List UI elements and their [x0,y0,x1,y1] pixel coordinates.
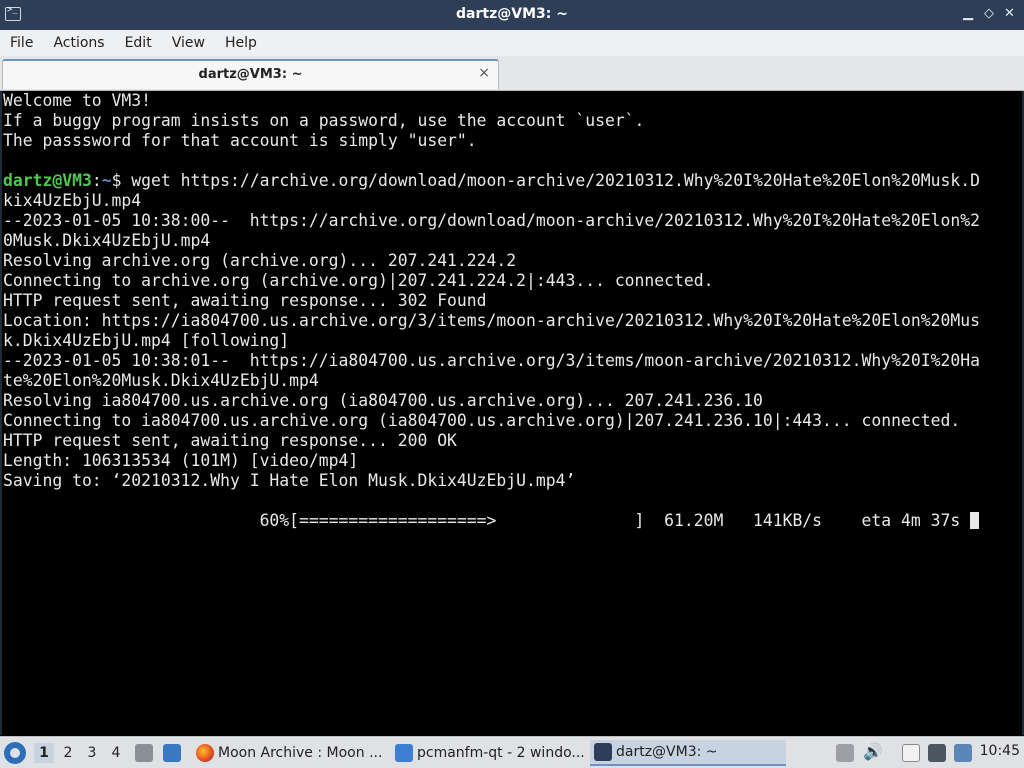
output-line: HTTP request sent, awaiting response... … [3,291,487,310]
output-line: Location: https://ia804700.us.archive.or… [3,311,980,330]
terminal-icon [594,743,612,761]
output-line: k.Dkix4UzEbjU.mp4 [following] [3,331,290,350]
task-label: pcmanfm-qt - 2 windo... [417,745,585,761]
menu-view[interactable]: View [162,30,215,56]
volume-icon[interactable]: 🔊 [863,742,883,761]
menu-help[interactable]: Help [215,30,267,56]
output-line: Length: 106313534 (101M) [video/mp4] [3,451,359,470]
task-firefox[interactable]: Moon Archive : Moon ... [192,740,388,766]
welcome-line: The passsword for that account is simply… [3,131,477,150]
welcome-line: If a buggy program insists on a password… [3,111,645,130]
menu-bar: File Actions Edit View Help [0,30,1024,56]
maximize-button[interactable]: ◇ [984,6,994,21]
tray-scroll-icon[interactable] [836,744,854,762]
menu-edit[interactable]: Edit [115,30,162,56]
window-title: dartz@VM3: ~ [456,6,568,22]
folder-icon [395,744,413,762]
task-label: dartz@VM3: ~ [616,744,718,760]
start-menu-icon[interactable] [4,742,26,764]
menu-actions[interactable]: Actions [43,30,114,56]
network-icon[interactable] [954,744,972,762]
prompt-separator: : [91,171,102,190]
menu-file[interactable]: File [0,30,43,56]
terminal-output: Welcome to VM3! If a buggy program insis… [3,91,980,531]
prompt-symbol: $ [111,171,122,190]
output-line: Saving to: ‘20210312.Why I Hate Elon Mus… [3,471,576,490]
prompt-user-host: dartz@VM3 [3,171,92,190]
clock[interactable]: 10:45 [980,743,1020,759]
tab-terminal[interactable]: dartz@VM3: ~ × [2,59,499,89]
close-button[interactable]: ✕ [1004,6,1015,21]
output-line: te%20Elon%20Musk.Dkix4UzEbjU.mp4 [3,371,319,390]
task-terminal[interactable]: dartz@VM3: ~ [590,740,786,766]
terminal-area[interactable]: Welcome to VM3! If a buggy program insis… [0,91,1024,735]
terminal-cursor [970,512,980,529]
output-line: Resolving ia804700.us.archive.org (ia804… [3,391,763,410]
clipboard-icon[interactable] [902,744,920,762]
tab-close-icon[interactable]: × [478,65,490,81]
output-line: HTTP request sent, awaiting response... … [3,431,457,450]
taskbar: 1 2 3 4 Moon Archive : Moon ... pcmanfm-… [0,736,1024,768]
tab-label: dartz@VM3: ~ [198,67,303,82]
task-label: Moon Archive : Moon ... [218,745,383,761]
task-file-manager[interactable]: pcmanfm-qt - 2 windo... [391,740,587,766]
workspace-3[interactable]: 3 [82,743,102,763]
welcome-line: Welcome to VM3! [3,91,152,110]
output-line: Resolving archive.org (archive.org)... 2… [3,251,517,270]
output-line: --2023-01-05 10:38:00-- https://archive.… [3,211,980,230]
firefox-icon [196,744,214,762]
command-text: wget https://archive.org/download/moon-a… [121,171,980,190]
prompt-path: ~ [101,171,112,190]
output-line: kix4UzEbjU.mp4 [3,191,142,210]
display-icon[interactable] [928,744,946,762]
output-line: Connecting to ia804700.us.archive.org (i… [3,411,961,430]
output-line: 0Musk.Dkix4UzEbjU.mp4 [3,231,211,250]
progress-line: 60%[===================> ] 61.20M 141KB/… [3,511,971,530]
output-line: Connecting to archive.org (archive.org)|… [3,271,714,290]
workspace-4[interactable]: 4 [106,743,126,763]
window-switcher-icon[interactable] [163,744,181,762]
minimize-button[interactable]: ▁ [963,6,973,21]
tab-bar: dartz@VM3: ~ × [0,56,1024,91]
workspace-2[interactable]: 2 [58,743,78,763]
workspace-1[interactable]: 1 [34,743,54,763]
show-desktop-icon[interactable] [135,744,153,762]
window-titlebar: dartz@VM3: ~ ▁ ◇ ✕ [0,0,1024,30]
output-line: --2023-01-05 10:38:01-- https://ia804700… [3,351,980,370]
